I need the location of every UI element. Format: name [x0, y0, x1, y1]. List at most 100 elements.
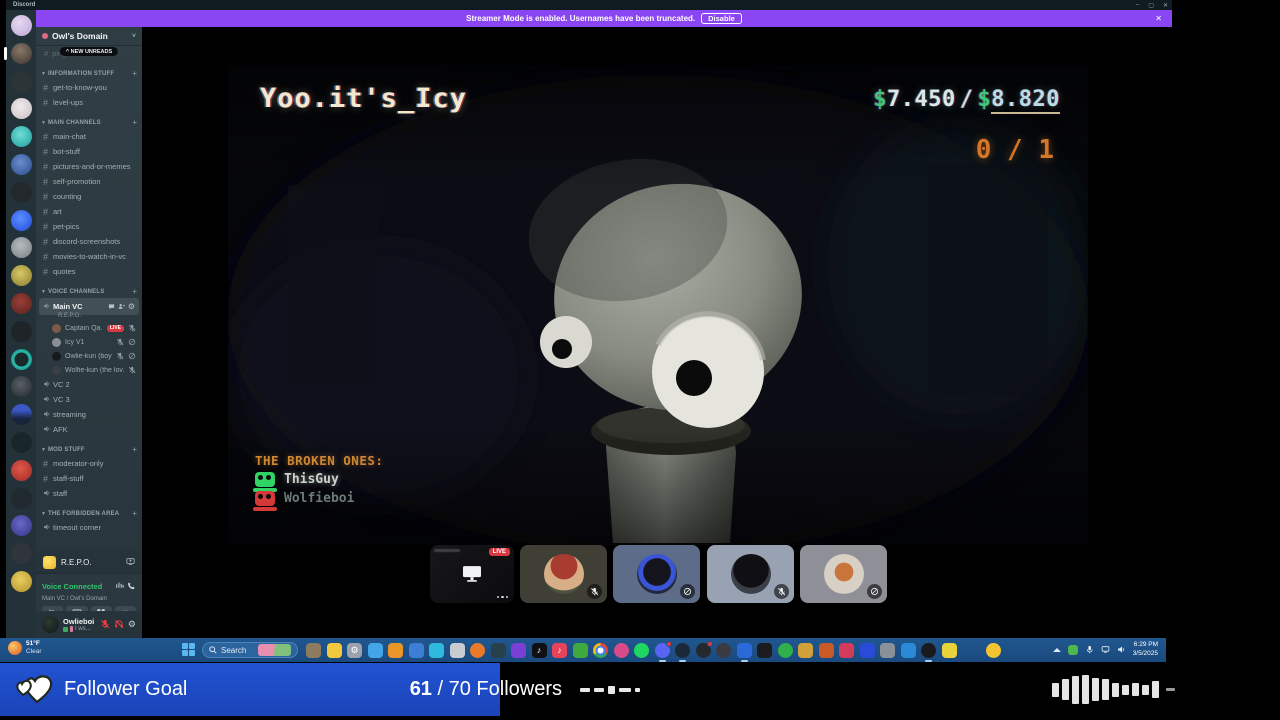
taskbar-photos-icon[interactable]	[408, 643, 424, 658]
taskbar-wallpaper-engine-icon[interactable]	[736, 643, 752, 662]
taskbar-mail-icon[interactable]	[367, 643, 383, 658]
channel-movies-to-watch-in-vc[interactable]: # movies-to-watch-in-vc	[39, 249, 139, 264]
server-header[interactable]: Owl's Domain ˅	[36, 27, 142, 46]
voice-member-wolfie-kun-the-lov-[interactable]: Wolfie-kun (the lov...	[52, 363, 142, 377]
add-channel-icon[interactable]: +	[132, 510, 137, 518]
disable-streamer-mode-button[interactable]: Disable	[701, 12, 742, 25]
mic-muted-icon[interactable]	[100, 616, 110, 634]
participant-tile[interactable]	[800, 545, 887, 603]
server-wolf-icon[interactable]	[3, 42, 32, 64]
add-channel-icon[interactable]: +	[132, 288, 137, 296]
server-dark-1-icon[interactable]	[10, 70, 32, 92]
taskbar-file-explorer-icon[interactable]	[326, 643, 342, 658]
server-red-icon[interactable]	[10, 459, 32, 481]
voice-member-owlie-kun-boyf-[interactable]: Owlie-kun (boyf...	[52, 349, 142, 363]
add-channel-icon[interactable]: +	[132, 70, 137, 78]
channel-get-to-know-you[interactable]: # get-to-know-you	[39, 80, 139, 95]
taskbar-notepad-icon[interactable]	[449, 643, 465, 658]
channel-pet-pics[interactable]: # pet-pics	[39, 219, 139, 234]
tray-network-icon[interactable]	[1101, 641, 1110, 659]
server-grid-icon[interactable]	[10, 543, 32, 565]
taskbar-app-a-icon[interactable]	[490, 643, 506, 658]
server-yellow-icon[interactable]	[10, 570, 32, 592]
server-shuriken-icon[interactable]	[10, 376, 32, 398]
taskbar-anvil-icon[interactable]	[757, 643, 772, 658]
voice-member-captain-qa-[interactable]: Captain Qa... LIVE	[52, 321, 142, 335]
minimize-button[interactable]: –	[1136, 2, 1139, 8]
taskbar-app-green-icon[interactable]	[777, 643, 793, 658]
participant-tile[interactable]	[613, 545, 700, 603]
tray-expand-icon[interactable]	[1052, 648, 1061, 652]
tray-mic-icon[interactable]	[1085, 641, 1094, 659]
taskbar-app-blue-star-icon[interactable]	[859, 643, 875, 658]
taskbar-app-purple-icon[interactable]	[511, 643, 526, 658]
voice-member-icy-v1[interactable]: Icy V1	[52, 335, 142, 349]
taskbar-settings-icon[interactable]: ⚙	[347, 643, 362, 658]
close-button[interactable]: ✕	[1163, 2, 1168, 9]
server-darkred-icon[interactable]	[10, 292, 32, 314]
channel-counting[interactable]: # counting	[39, 189, 139, 204]
taskbar-emoji-app-icon[interactable]	[986, 643, 1001, 658]
server-dark-4-icon[interactable]	[10, 487, 32, 509]
channel-main-chat[interactable]: # main-chat	[39, 129, 139, 144]
channel-vc-3[interactable]: VC 3	[39, 392, 139, 407]
channel-pictures-and-or-memes[interactable]: # pictures-and-or-memes	[39, 159, 139, 174]
tray-volume-icon[interactable]	[1117, 641, 1126, 659]
server-blueviolet-icon[interactable]	[10, 515, 32, 537]
maximize-button[interactable]: ▢	[1148, 2, 1154, 9]
server-dark-2-icon[interactable]	[10, 181, 32, 203]
server-dark-3-icon[interactable]	[10, 320, 32, 342]
settings-gear-icon[interactable]: ⚙	[128, 620, 136, 629]
section-header-information-stuff[interactable]: ▼ INFORMATION STUFF +	[36, 68, 142, 80]
section-header-the-forbidden-area[interactable]: ▼ THE FORBIDDEN AREA +	[36, 508, 142, 520]
section-header-voice-channels[interactable]: ▼ VOICE CHANNELS +	[36, 286, 142, 298]
taskbar-chrome-icon[interactable]	[593, 643, 608, 658]
deafen-muted-icon[interactable]	[114, 616, 124, 634]
taskbar-discord-icon[interactable]	[654, 641, 672, 662]
start-button[interactable]	[182, 643, 196, 657]
taskbar-tiktok-icon[interactable]: ♪	[531, 643, 547, 658]
taskbar-app-car-icon[interactable]	[880, 643, 895, 658]
channel-timeout-corner[interactable]: timeout corner	[39, 520, 139, 535]
taskbar-minecraft-icon[interactable]	[572, 643, 588, 658]
taskbar-steam-icon[interactable]	[675, 643, 690, 662]
weather-widget[interactable]: 51°F Clear	[8, 640, 42, 655]
section-header-main-channels[interactable]: ▼ MAIN CHANNELS +	[36, 117, 142, 129]
taskbar-github-icon[interactable]	[695, 641, 713, 658]
taskbar-app-pink-icon[interactable]	[613, 643, 629, 658]
channel-self-promotion[interactable]: # self-promotion	[39, 174, 139, 189]
taskbar-files-yellow-icon[interactable]	[798, 643, 813, 658]
channel-bot-stuff[interactable]: # bot-stuff	[39, 144, 139, 159]
server-blue-icon[interactable]	[10, 153, 32, 175]
taskbar-folder-icon[interactable]	[306, 643, 321, 658]
channel-staff[interactable]: staff	[39, 486, 139, 501]
banner-close-icon[interactable]: ✕	[1155, 14, 1162, 23]
channel-afk[interactable]: AFK	[39, 422, 139, 437]
taskbar-opera-gx-icon[interactable]	[716, 643, 731, 658]
server-blue-band-icon[interactable]	[10, 404, 32, 426]
tray-app-icon[interactable]	[1067, 645, 1078, 655]
server-teal-ring-icon[interactable]	[10, 348, 32, 370]
channel-streaming[interactable]: streaming	[39, 407, 139, 422]
taskbar-obs-icon[interactable]	[921, 643, 936, 662]
taskbar-apple-music-icon[interactable]: ♪	[552, 643, 567, 658]
stream-preview-tile[interactable]: LIVE	[430, 545, 514, 603]
stream-video[interactable]: Yoo.it's_Icy $7.450/$8.820 0 / 1 THE BRO…	[228, 65, 1088, 545]
channel-art[interactable]: # art	[39, 204, 139, 219]
server-pale-icon[interactable]	[10, 98, 32, 120]
taskbar-store-icon[interactable]	[470, 643, 485, 658]
channel-vc-2[interactable]: VC 2	[39, 377, 139, 392]
section-header-mod-stuff[interactable]: ▼ MOD STUFF +	[36, 444, 142, 456]
disconnect-icon[interactable]	[127, 577, 136, 595]
server-art-icon[interactable]	[10, 265, 32, 287]
participant-tile[interactable]	[520, 545, 607, 603]
taskbar-paint3d-icon[interactable]	[429, 643, 444, 658]
channel-level-ups[interactable]: # level-ups	[39, 95, 139, 110]
server-blue-gem-icon[interactable]	[10, 209, 32, 231]
server-teal-gem-icon[interactable]	[10, 126, 32, 148]
taskbar-spotify-icon[interactable]	[634, 643, 649, 658]
channel-settings-icon[interactable]: ⚙	[128, 302, 135, 311]
avatar[interactable]	[42, 616, 59, 633]
discord-home-icon[interactable]	[10, 15, 32, 36]
channel-staff-stuff[interactable]: # staff-stuff	[39, 471, 139, 486]
